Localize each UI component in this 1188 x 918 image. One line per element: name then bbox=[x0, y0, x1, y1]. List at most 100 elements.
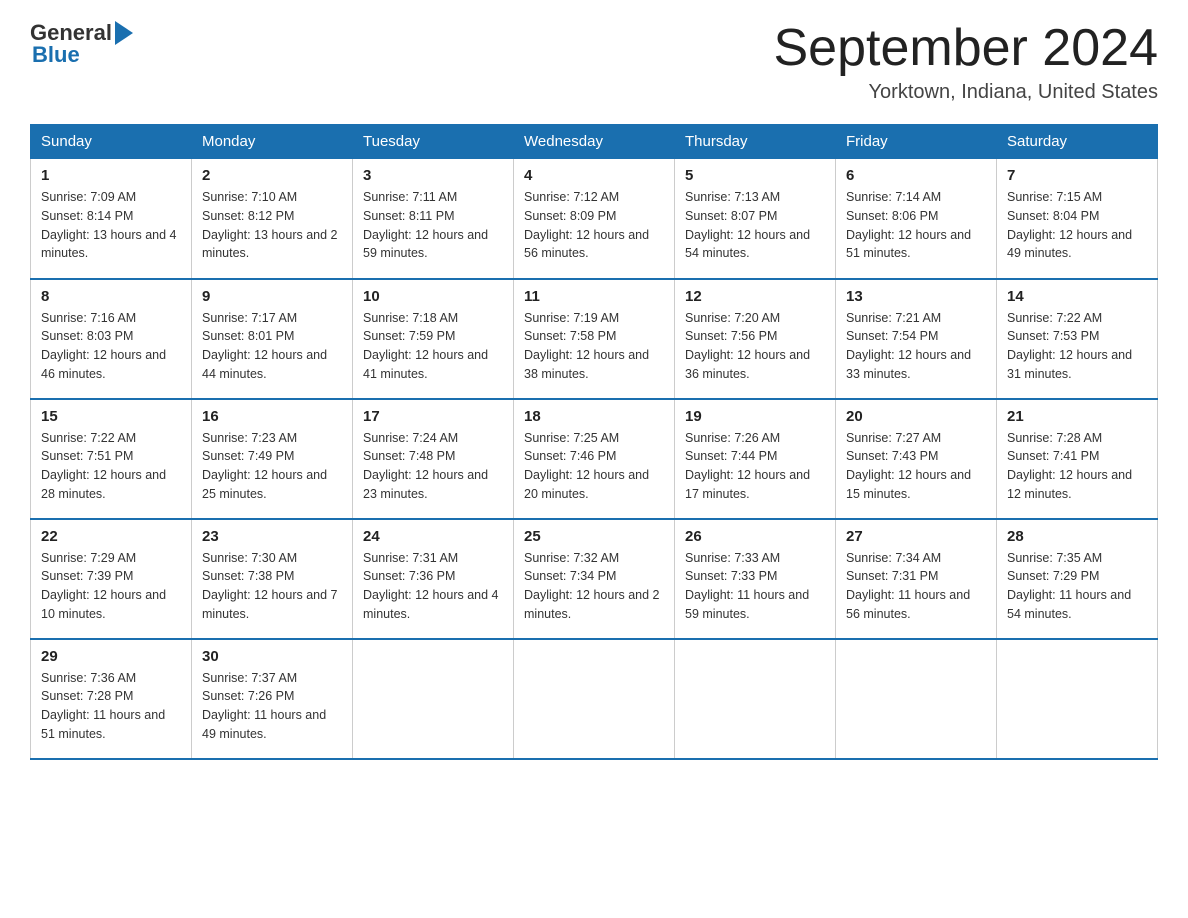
day-number: 18 bbox=[524, 408, 664, 425]
calendar-cell: 29 Sunrise: 7:36 AMSunset: 7:28 PMDayligh… bbox=[31, 639, 192, 759]
calendar-cell: 6 Sunrise: 7:14 AMSunset: 8:06 PMDaylight… bbox=[836, 159, 997, 279]
weekday-header-friday: Friday bbox=[836, 125, 997, 159]
day-number: 24 bbox=[363, 528, 503, 545]
calendar-cell: 28 Sunrise: 7:35 AMSunset: 7:29 PMDayligh… bbox=[997, 519, 1158, 639]
day-number: 13 bbox=[846, 288, 986, 305]
day-info: Sunrise: 7:24 AMSunset: 7:48 PMDaylight:… bbox=[363, 431, 488, 501]
calendar-week-row: 22 Sunrise: 7:29 AMSunset: 7:39 PMDayligh… bbox=[31, 519, 1158, 639]
calendar-cell: 14 Sunrise: 7:22 AMSunset: 7:53 PMDayligh… bbox=[997, 279, 1158, 399]
logo-arrow-icon bbox=[115, 21, 133, 45]
day-info: Sunrise: 7:12 AMSunset: 8:09 PMDaylight:… bbox=[524, 190, 649, 260]
calendar-cell: 1 Sunrise: 7:09 AMSunset: 8:14 PMDaylight… bbox=[31, 159, 192, 279]
month-title: September 2024 bbox=[774, 20, 1159, 77]
calendar-cell: 10 Sunrise: 7:18 AMSunset: 7:59 PMDayligh… bbox=[353, 279, 514, 399]
calendar-cell: 7 Sunrise: 7:15 AMSunset: 8:04 PMDaylight… bbox=[997, 159, 1158, 279]
day-info: Sunrise: 7:25 AMSunset: 7:46 PMDaylight:… bbox=[524, 431, 649, 501]
day-number: 1 bbox=[41, 167, 181, 184]
calendar-cell: 2 Sunrise: 7:10 AMSunset: 8:12 PMDaylight… bbox=[192, 159, 353, 279]
day-info: Sunrise: 7:36 AMSunset: 7:28 PMDaylight:… bbox=[41, 671, 165, 741]
calendar-cell: 11 Sunrise: 7:19 AMSunset: 7:58 PMDayligh… bbox=[514, 279, 675, 399]
day-number: 30 bbox=[202, 648, 342, 665]
day-info: Sunrise: 7:16 AMSunset: 8:03 PMDaylight:… bbox=[41, 311, 166, 381]
weekday-header-row: SundayMondayTuesdayWednesdayThursdayFrid… bbox=[31, 125, 1158, 159]
calendar-cell: 25Sunrise: 7:32 AMSunset: 7:34 PMDayligh… bbox=[514, 519, 675, 639]
calendar-cell: 22 Sunrise: 7:29 AMSunset: 7:39 PMDayligh… bbox=[31, 519, 192, 639]
weekday-header-wednesday: Wednesday bbox=[514, 125, 675, 159]
calendar-cell bbox=[514, 639, 675, 759]
day-info: Sunrise: 7:22 AMSunset: 7:53 PMDaylight:… bbox=[1007, 311, 1132, 381]
day-number: 7 bbox=[1007, 167, 1147, 184]
day-info: Sunrise: 7:20 AMSunset: 7:56 PMDaylight:… bbox=[685, 311, 810, 381]
calendar-cell: 5Sunrise: 7:13 AMSunset: 8:07 PMDaylight… bbox=[675, 159, 836, 279]
day-number: 22 bbox=[41, 528, 181, 545]
day-info: Sunrise: 7:26 AMSunset: 7:44 PMDaylight:… bbox=[685, 431, 810, 501]
calendar-cell: 20Sunrise: 7:27 AMSunset: 7:43 PMDayligh… bbox=[836, 399, 997, 519]
day-number: 4 bbox=[524, 167, 664, 184]
day-info: Sunrise: 7:22 AMSunset: 7:51 PMDaylight:… bbox=[41, 431, 166, 501]
day-info: Sunrise: 7:19 AMSunset: 7:58 PMDaylight:… bbox=[524, 311, 649, 381]
calendar-cell: 4 Sunrise: 7:12 AMSunset: 8:09 PMDaylight… bbox=[514, 159, 675, 279]
calendar-cell: 15Sunrise: 7:22 AMSunset: 7:51 PMDayligh… bbox=[31, 399, 192, 519]
day-info: Sunrise: 7:23 AMSunset: 7:49 PMDaylight:… bbox=[202, 431, 327, 501]
day-number: 8 bbox=[41, 288, 181, 305]
calendar-cell: 27 Sunrise: 7:34 AMSunset: 7:31 PMDayligh… bbox=[836, 519, 997, 639]
calendar-cell: 21Sunrise: 7:28 AMSunset: 7:41 PMDayligh… bbox=[997, 399, 1158, 519]
header: General Blue September 2024 Yorktown, In… bbox=[30, 20, 1158, 104]
day-number: 2 bbox=[202, 167, 342, 184]
day-number: 9 bbox=[202, 288, 342, 305]
day-info: Sunrise: 7:28 AMSunset: 7:41 PMDaylight:… bbox=[1007, 431, 1132, 501]
day-info: Sunrise: 7:18 AMSunset: 7:59 PMDaylight:… bbox=[363, 311, 488, 381]
logo: General Blue bbox=[30, 20, 135, 68]
calendar-cell: 24 Sunrise: 7:31 AMSunset: 7:36 PMDayligh… bbox=[353, 519, 514, 639]
title-area: September 2024 Yorktown, Indiana, United… bbox=[774, 20, 1159, 104]
calendar-cell: 19 Sunrise: 7:26 AMSunset: 7:44 PMDayligh… bbox=[675, 399, 836, 519]
weekday-header-saturday: Saturday bbox=[997, 125, 1158, 159]
day-info: Sunrise: 7:32 AMSunset: 7:34 PMDaylight:… bbox=[524, 551, 660, 621]
calendar-cell: 13 Sunrise: 7:21 AMSunset: 7:54 PMDayligh… bbox=[836, 279, 997, 399]
calendar-cell: 23Sunrise: 7:30 AMSunset: 7:38 PMDayligh… bbox=[192, 519, 353, 639]
location-title: Yorktown, Indiana, United States bbox=[774, 81, 1159, 104]
day-info: Sunrise: 7:10 AMSunset: 8:12 PMDaylight:… bbox=[202, 190, 338, 260]
day-info: Sunrise: 7:09 AMSunset: 8:14 PMDaylight:… bbox=[41, 190, 177, 260]
day-info: Sunrise: 7:31 AMSunset: 7:36 PMDaylight:… bbox=[363, 551, 499, 621]
day-number: 10 bbox=[363, 288, 503, 305]
calendar-cell bbox=[997, 639, 1158, 759]
day-number: 6 bbox=[846, 167, 986, 184]
calendar-cell bbox=[836, 639, 997, 759]
calendar-cell: 9 Sunrise: 7:17 AMSunset: 8:01 PMDaylight… bbox=[192, 279, 353, 399]
day-info: Sunrise: 7:21 AMSunset: 7:54 PMDaylight:… bbox=[846, 311, 971, 381]
calendar-cell: 8 Sunrise: 7:16 AMSunset: 8:03 PMDaylight… bbox=[31, 279, 192, 399]
day-number: 29 bbox=[41, 648, 181, 665]
calendar-cell: 17Sunrise: 7:24 AMSunset: 7:48 PMDayligh… bbox=[353, 399, 514, 519]
day-info: Sunrise: 7:35 AMSunset: 7:29 PMDaylight:… bbox=[1007, 551, 1131, 621]
day-number: 11 bbox=[524, 288, 664, 305]
day-number: 26 bbox=[685, 528, 825, 545]
day-info: Sunrise: 7:13 AMSunset: 8:07 PMDaylight:… bbox=[685, 190, 810, 260]
weekday-header-tuesday: Tuesday bbox=[353, 125, 514, 159]
day-number: 28 bbox=[1007, 528, 1147, 545]
day-info: Sunrise: 7:17 AMSunset: 8:01 PMDaylight:… bbox=[202, 311, 327, 381]
day-number: 12 bbox=[685, 288, 825, 305]
day-info: Sunrise: 7:14 AMSunset: 8:06 PMDaylight:… bbox=[846, 190, 971, 260]
day-number: 23 bbox=[202, 528, 342, 545]
day-number: 20 bbox=[846, 408, 986, 425]
weekday-header-monday: Monday bbox=[192, 125, 353, 159]
calendar-cell bbox=[675, 639, 836, 759]
day-info: Sunrise: 7:37 AMSunset: 7:26 PMDaylight:… bbox=[202, 671, 326, 741]
calendar-cell: 3Sunrise: 7:11 AMSunset: 8:11 PMDaylight… bbox=[353, 159, 514, 279]
day-info: Sunrise: 7:15 AMSunset: 8:04 PMDaylight:… bbox=[1007, 190, 1132, 260]
day-number: 14 bbox=[1007, 288, 1147, 305]
calendar-week-row: 1 Sunrise: 7:09 AMSunset: 8:14 PMDaylight… bbox=[31, 159, 1158, 279]
logo-blue-text: Blue bbox=[32, 42, 80, 68]
calendar-table: SundayMondayTuesdayWednesdayThursdayFrid… bbox=[30, 124, 1158, 760]
calendar-week-row: 15Sunrise: 7:22 AMSunset: 7:51 PMDayligh… bbox=[31, 399, 1158, 519]
calendar-week-row: 29 Sunrise: 7:36 AMSunset: 7:28 PMDayligh… bbox=[31, 639, 1158, 759]
day-info: Sunrise: 7:29 AMSunset: 7:39 PMDaylight:… bbox=[41, 551, 166, 621]
calendar-week-row: 8 Sunrise: 7:16 AMSunset: 8:03 PMDaylight… bbox=[31, 279, 1158, 399]
day-number: 19 bbox=[685, 408, 825, 425]
calendar-cell: 18 Sunrise: 7:25 AMSunset: 7:46 PMDayligh… bbox=[514, 399, 675, 519]
day-number: 27 bbox=[846, 528, 986, 545]
calendar-cell: 12 Sunrise: 7:20 AMSunset: 7:56 PMDayligh… bbox=[675, 279, 836, 399]
day-info: Sunrise: 7:34 AMSunset: 7:31 PMDaylight:… bbox=[846, 551, 970, 621]
day-number: 3 bbox=[363, 167, 503, 184]
